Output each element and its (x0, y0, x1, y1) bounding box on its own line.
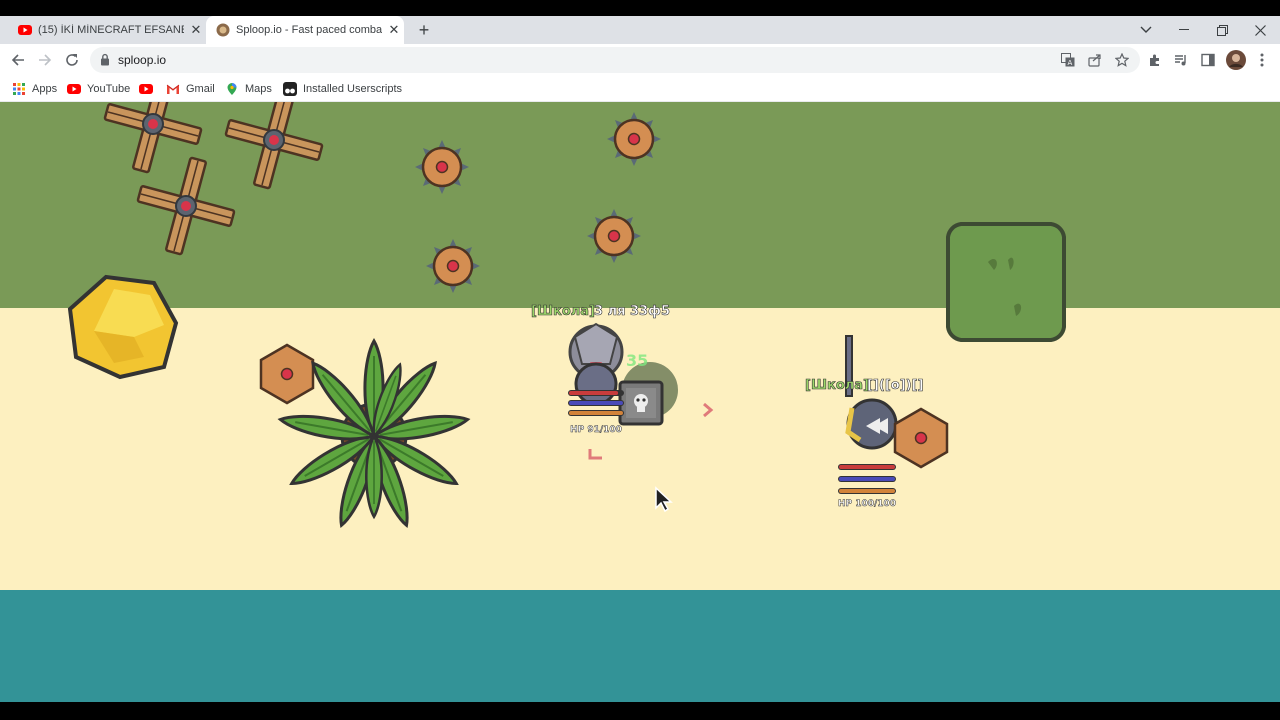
tab-youtube[interactable]: (15) İKİ MİNECRAFT EFSANESİ BİR ✕ (8, 16, 204, 44)
enemy-hp-label: HP 100/100 (838, 499, 896, 509)
spike-trap[interactable] (413, 138, 471, 196)
close-window-button[interactable] (1242, 16, 1278, 44)
gmail-icon (166, 84, 180, 94)
minimize-button[interactable] (1166, 16, 1202, 44)
bookmark-label: Maps (245, 83, 272, 95)
browser-window: (15) İKİ MİNECRAFT EFSANESİ BİR ✕ Sploop… (0, 0, 1280, 720)
bush-resource[interactable] (946, 222, 1066, 342)
svg-text:A: A (1068, 59, 1073, 67)
menu-kebab-icon[interactable] (1254, 52, 1270, 68)
bookmarks-bar: Apps YouTube Gmail Maps Installed Usersc… (0, 76, 1280, 102)
tab-title: Sploop.io - Fast paced combat g (236, 24, 382, 36)
enemy-name: []([o])[] (867, 378, 923, 393)
youtube-icon (18, 25, 32, 35)
url-text: sploop.io (118, 53, 167, 67)
side-panel-icon[interactable] (1200, 52, 1216, 68)
spike-trap[interactable] (605, 110, 663, 168)
water-biome (0, 590, 1280, 702)
bookmark-apps[interactable]: Apps (12, 80, 57, 98)
media-control-icon[interactable] (1173, 52, 1189, 68)
new-tab-button[interactable]: + (414, 20, 434, 40)
bookmark-maps[interactable]: Maps (225, 80, 272, 98)
enemy-clan-tag: [Школа] (805, 378, 869, 393)
apps-grid-icon (13, 83, 25, 95)
player-name: 3 ля 33ф5 (594, 304, 670, 319)
player-clan-tag: [Школа] (531, 304, 595, 319)
maps-pin-icon (227, 83, 237, 95)
bookmark-label: Gmail (186, 83, 215, 95)
tab-sploop[interactable]: Sploop.io - Fast paced combat g ✕ (206, 16, 404, 44)
player-hp-label: HP 91/100 (570, 425, 622, 435)
bookmark-label: Installed Userscripts (303, 83, 403, 95)
player-status-bars (568, 390, 624, 416)
bookmark-gmail[interactable]: Gmail (166, 80, 215, 98)
bookmark-star-icon[interactable] (1114, 52, 1130, 68)
tab-search-icon[interactable] (1128, 16, 1164, 44)
share-icon[interactable] (1087, 52, 1103, 68)
screen-bottom-edge (0, 702, 1280, 720)
spike-trap[interactable] (424, 237, 482, 295)
translate-icon[interactable]: A (1060, 52, 1076, 68)
tab-title: (15) İKİ MİNECRAFT EFSANESİ BİR (38, 24, 184, 36)
lock-icon (101, 53, 109, 66)
bookmark-userscripts[interactable]: Installed Userscripts (283, 80, 402, 98)
bookmark-label: Apps (32, 83, 58, 95)
game-canvas[interactable]: 35 [Школа] 3 ля 33ф5 HP 91/100 [Школа] [… (0, 102, 1280, 702)
profile-avatar[interactable] (1226, 50, 1246, 70)
damage-number: 35 (626, 351, 648, 370)
browser-toolbar: sploop.io A (0, 44, 1280, 76)
tab-strip: (15) İKİ MİNECRAFT EFSANESİ BİR ✕ Sploop… (0, 16, 1280, 44)
enemy-status-bars (838, 464, 896, 494)
bookmark-youtube[interactable]: YouTube (67, 80, 130, 98)
bookmark-youtube-2[interactable] (139, 80, 159, 98)
sploop-favicon-icon (216, 23, 230, 37)
address-bar[interactable]: sploop.io A (90, 47, 1140, 73)
forward-button[interactable] (33, 48, 57, 72)
restore-button[interactable] (1204, 16, 1240, 44)
bookmark-label: YouTube (87, 83, 131, 95)
tampermonkey-icon (283, 82, 297, 96)
spike-trap[interactable] (585, 207, 643, 265)
youtube-icon (139, 84, 153, 94)
close-tab-icon[interactable]: ✕ (188, 22, 204, 38)
game-world[interactable]: 35 [Школа] 3 ля 33ф5 HP 91/100 [Школа] [… (0, 102, 1280, 702)
reload-button[interactable] (60, 48, 84, 72)
back-button[interactable] (6, 48, 30, 72)
close-tab-icon[interactable]: ✕ (386, 22, 402, 38)
extensions-icon[interactable] (1147, 52, 1163, 68)
youtube-icon (67, 84, 81, 94)
